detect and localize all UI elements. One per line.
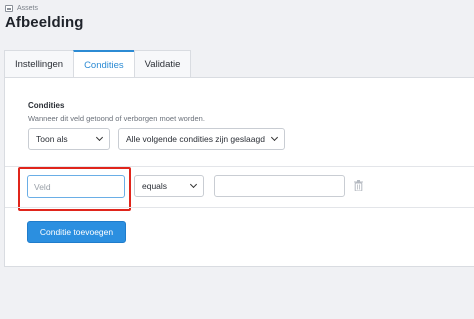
page-title: Afbeelding (5, 14, 84, 31)
tab-condities[interactable]: Condities (73, 50, 134, 78)
chevron-down-icon (95, 133, 104, 142)
operator-select-value: equals (142, 181, 168, 191)
condition-value-input[interactable] (214, 175, 345, 197)
tab-validatie[interactable]: Validatie (133, 50, 192, 77)
show-hide-select[interactable]: Toon als (28, 128, 110, 150)
breadcrumb[interactable]: Assets (5, 5, 38, 12)
breadcrumb-label[interactable]: Assets (17, 5, 38, 12)
match-select[interactable]: Alle volgende condities zijn geslaagd (118, 128, 285, 150)
chevron-down-icon (189, 180, 198, 189)
divider (5, 207, 474, 208)
tab-bar: Instellingen Condities Validatie (4, 50, 192, 78)
match-select-value: Alle volgende condities zijn geslaagd (126, 134, 265, 144)
operator-select[interactable]: equals (134, 175, 204, 197)
add-condition-button[interactable]: Conditie toevoegen (27, 221, 126, 243)
conditions-description: Wanneer dit veld getoond of verborgen mo… (28, 114, 205, 123)
chevron-down-icon (270, 133, 279, 142)
conditions-label: Condities (28, 101, 65, 110)
tab-instellingen[interactable]: Instellingen (4, 50, 74, 77)
trash-icon[interactable] (354, 180, 363, 191)
image-icon (5, 5, 13, 12)
show-hide-select-value: Toon als (36, 134, 68, 144)
highlight-box (18, 167, 131, 211)
